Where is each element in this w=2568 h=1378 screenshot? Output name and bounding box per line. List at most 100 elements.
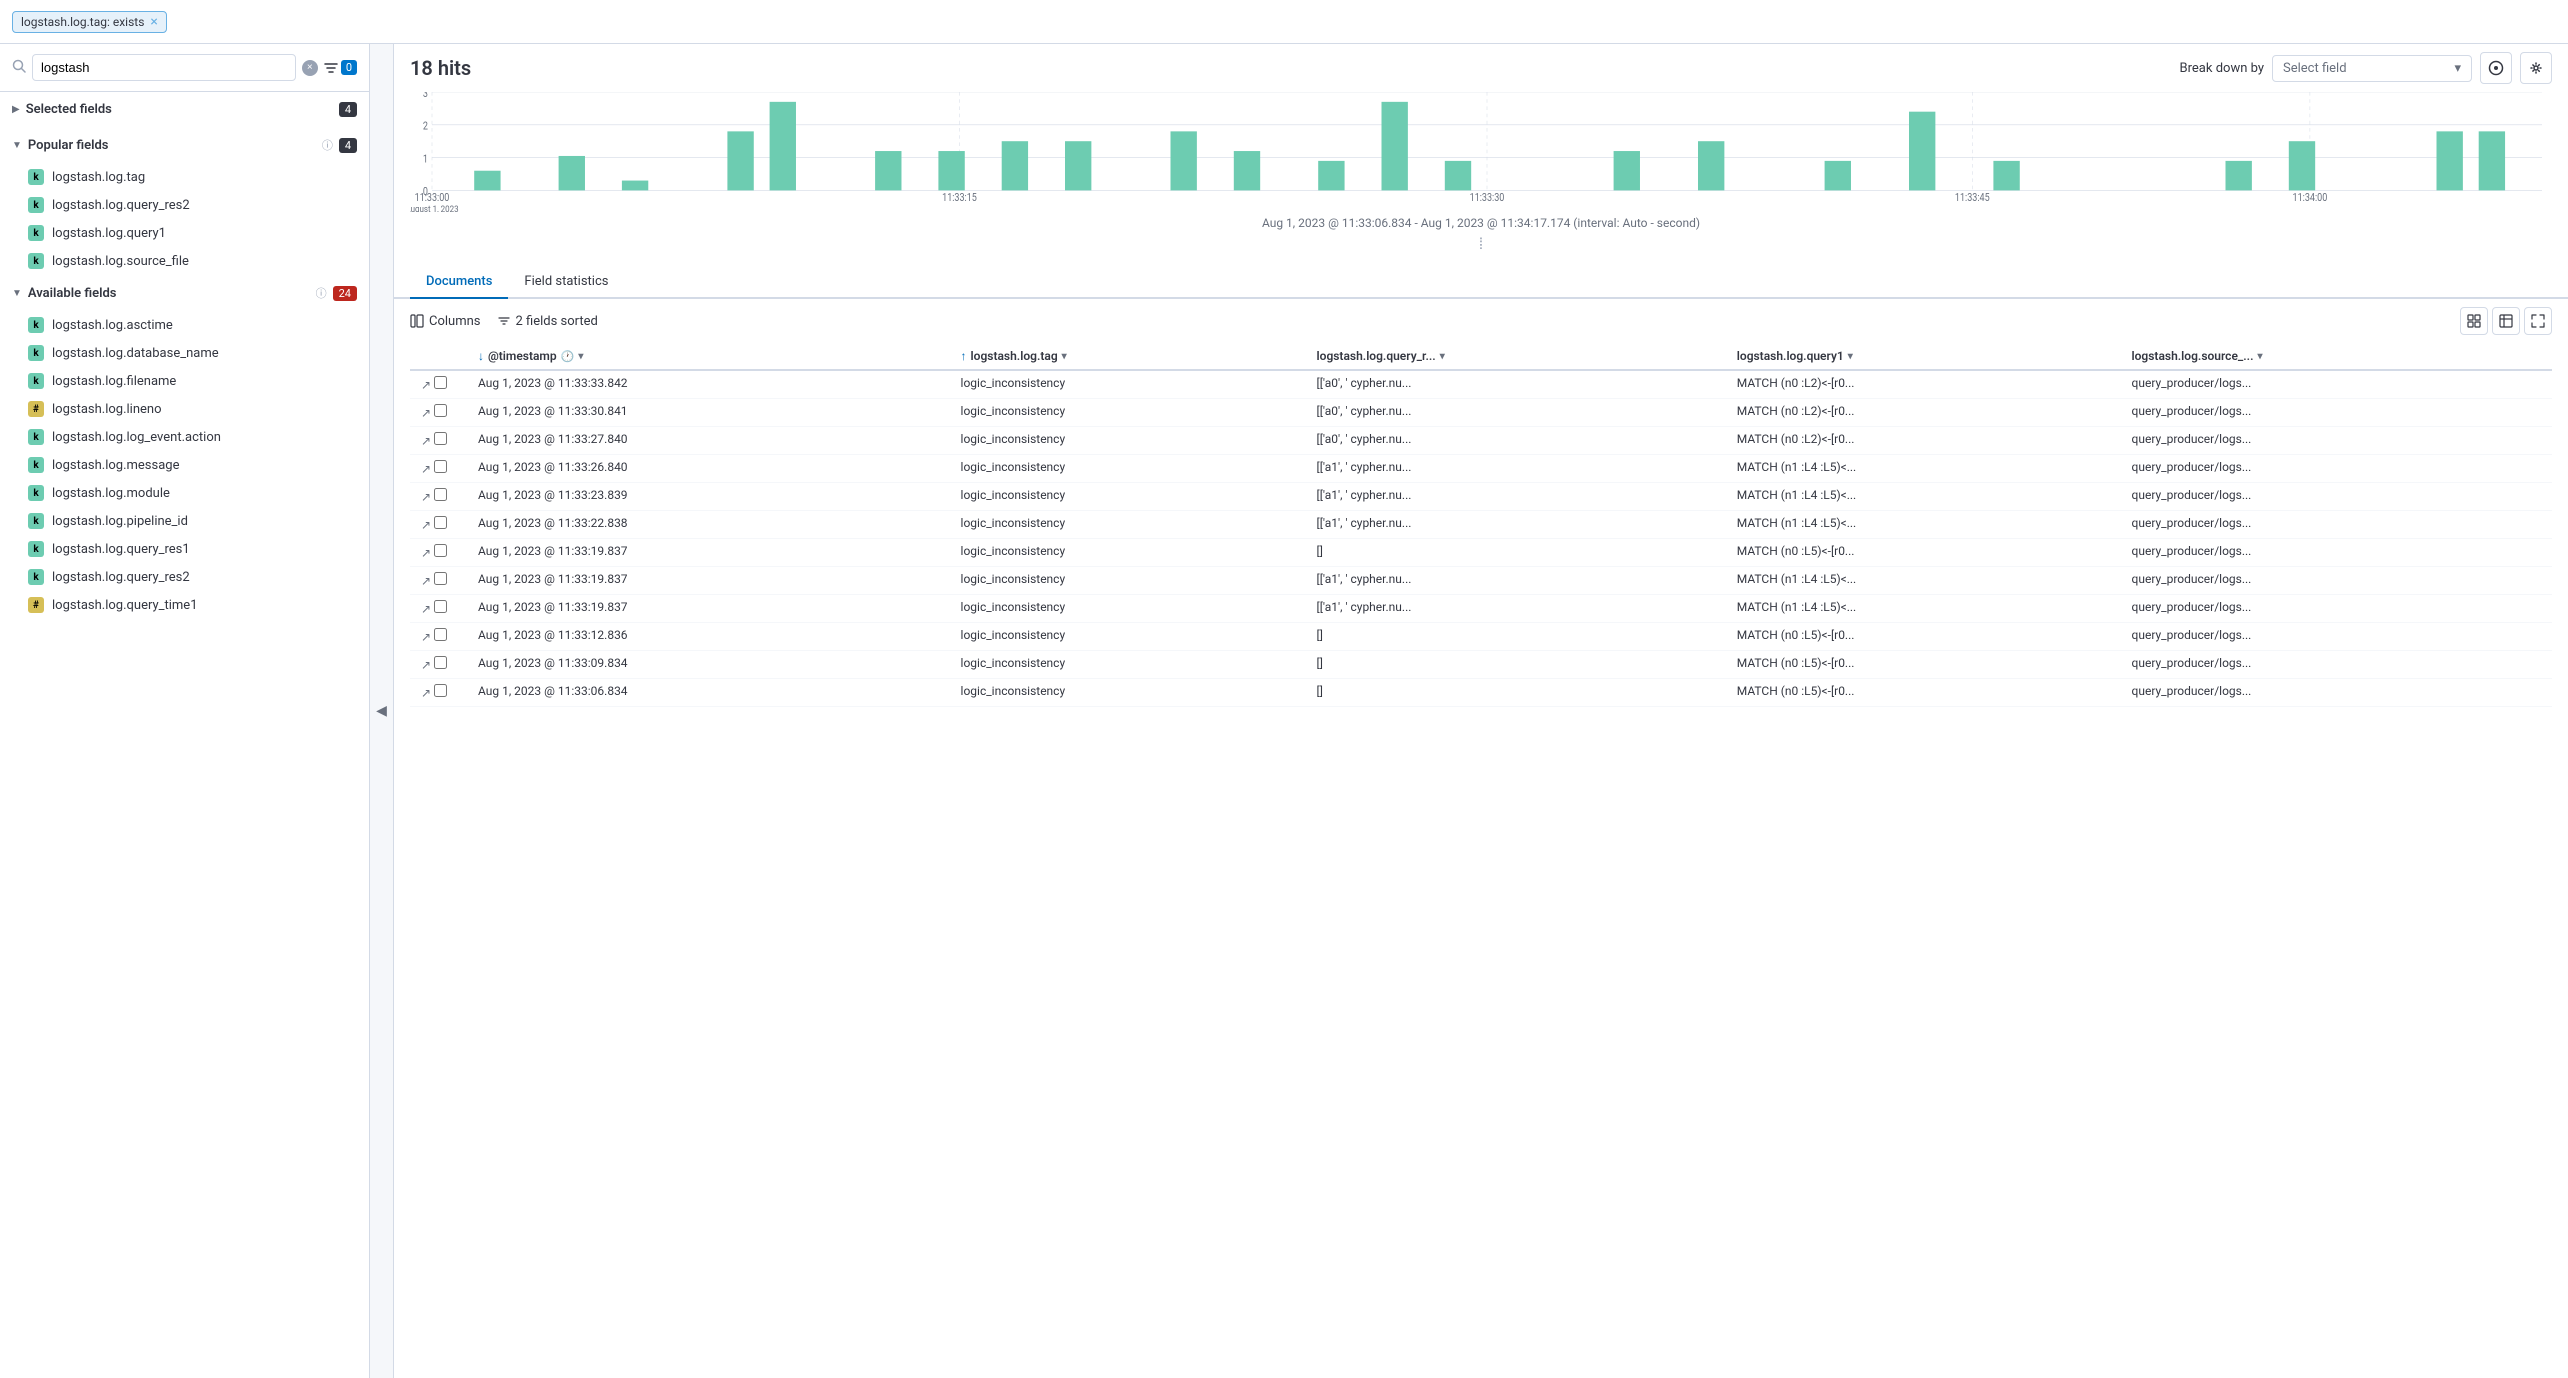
row-checkbox[interactable] [434, 656, 447, 669]
available-field-item[interactable]: klogstash.log.module [0, 479, 369, 507]
available-field-item[interactable]: klogstash.log.log_event.action [0, 423, 369, 451]
cell-timestamp: Aug 1, 2023 @ 11:33:33.842 [470, 370, 953, 399]
expand-row-button[interactable]: ↗ [418, 405, 434, 421]
row-checkbox[interactable] [434, 544, 447, 557]
expand-row-button[interactable]: ↗ [418, 517, 434, 533]
expand-row-button[interactable]: ↗ [418, 601, 434, 617]
table-view-button[interactable] [2492, 307, 2520, 335]
available-fields-title: Available fields [28, 286, 310, 301]
cell-timestamp: Aug 1, 2023 @ 11:33:09.834 [470, 651, 953, 679]
fullscreen-button[interactable] [2524, 307, 2552, 335]
tab-field-statistics[interactable]: Field statistics [508, 266, 624, 299]
filter-button[interactable]: 0 [324, 60, 357, 75]
expand-row-button[interactable]: ↗ [418, 377, 434, 393]
table-row: ↗Aug 1, 2023 @ 11:33:19.837logic_inconsi… [410, 567, 2552, 595]
expand-row-button[interactable]: ↗ [418, 573, 434, 589]
expand-row-button[interactable]: ↗ [418, 629, 434, 645]
cell-tag: logic_inconsistency [953, 483, 1309, 511]
row-checkbox[interactable] [434, 376, 447, 389]
expand-row-button[interactable]: ↗ [418, 461, 434, 477]
row-actions: ↗ [410, 595, 470, 623]
col-header-query_res2[interactable]: logstash.log.query_r...▾ [1309, 343, 1729, 370]
available-field-item[interactable]: #logstash.log.query_time1 [0, 591, 369, 619]
table-row: ↗ Aug 1, 2023 @ 11:33:23.839logic_inconsi… [410, 483, 2552, 511]
filter-tag-text: logstash.log.tag: exists [21, 15, 144, 29]
expand-row-button[interactable]: ↗ [418, 545, 434, 561]
expand-row-button[interactable]: ↗ [418, 657, 434, 673]
field-name-label: logstash.log.database_name [52, 346, 219, 361]
available-field-item[interactable]: klogstash.log.pipeline_id [0, 507, 369, 535]
available-fields-count: 24 [333, 286, 357, 301]
available-field-item[interactable]: klogstash.log.message [0, 451, 369, 479]
row-checkbox[interactable] [434, 432, 447, 445]
field-type-icon: k [28, 485, 44, 501]
table-wrap: ↓@timestamp🕐▾↑logstash.log.tag▾logstash.… [394, 343, 2568, 1378]
col-label: logstash.log.query1 [1737, 349, 1844, 363]
expand-row-button[interactable]: ↗ [418, 685, 434, 701]
cell-tag: logic_inconsistency [953, 567, 1309, 595]
tab-documents[interactable]: Documents [410, 266, 508, 299]
col-chevron: ▾ [1848, 351, 1853, 362]
grid-view-button[interactable] [2460, 307, 2488, 335]
filter-tag-close[interactable]: × [150, 15, 157, 29]
expand-row-button[interactable]: ↗ [418, 433, 434, 449]
popular-fields-header[interactable]: ▼ Popular fields ⓘ 4 [0, 127, 369, 163]
cell-query1: MATCH (n1 :L4 :L5)<... [1729, 567, 2124, 595]
row-checkbox[interactable] [434, 404, 447, 417]
sidebar-content: ▶ Selected fields 4 ▼ Popular fields ⓘ 4… [0, 92, 369, 1378]
cell-timestamp: Aug 1, 2023 @ 11:33:23.839 [470, 483, 953, 511]
cell-source_file: query_producer/logs... [2124, 679, 2552, 707]
drag-handle-icon: ⁞ [1479, 234, 1483, 254]
settings-icon-btn[interactable] [2520, 52, 2552, 84]
available-field-item[interactable]: klogstash.log.filename [0, 367, 369, 395]
cell-query_res2: [] [1309, 623, 1729, 651]
field-type-icon: k [28, 429, 44, 445]
col-header-tag[interactable]: ↑logstash.log.tag▾ [953, 343, 1309, 370]
row-actions: ↗ [410, 567, 470, 595]
sorted-button[interactable]: 2 fields sorted [497, 314, 598, 329]
row-checkbox[interactable] [434, 488, 447, 501]
chart-settings-icon-btn[interactable] [2480, 52, 2512, 84]
field-name-label: logstash.log.query_res1 [52, 542, 190, 557]
available-field-item[interactable]: #logstash.log.lineno [0, 395, 369, 423]
selected-fields-header[interactable]: ▶ Selected fields 4 [0, 92, 369, 127]
table-row: ↗Aug 1, 2023 @ 11:33:19.837logic_inconsi… [410, 539, 2552, 567]
cell-query1: MATCH (n0 :L5)<-[r0... [1729, 623, 2124, 651]
search-input[interactable] [32, 54, 296, 81]
expand-row-button[interactable]: ↗ [418, 489, 434, 505]
field-type-icon: k [28, 373, 44, 389]
col-header-source_file[interactable]: logstash.log.source_...▾ [2124, 343, 2552, 370]
available-fields-header[interactable]: ▼ Available fields ⓘ 24 [0, 275, 369, 311]
cell-timestamp: Aug 1, 2023 @ 11:33:30.841 [470, 399, 953, 427]
available-field-item[interactable]: klogstash.log.query_res2 [0, 563, 369, 591]
cell-tag: logic_inconsistency [953, 455, 1309, 483]
select-field-button[interactable]: Select field ▾ [2272, 55, 2472, 82]
col-header-query1[interactable]: logstash.log.query1 ▾ [1729, 343, 2124, 370]
popular-field-item[interactable]: klogstash.log.query1 [0, 219, 369, 247]
clear-search-button[interactable]: × [302, 60, 318, 76]
row-checkbox[interactable] [434, 628, 447, 641]
columns-button[interactable]: Columns [410, 314, 481, 329]
col-header-timestamp[interactable]: ↓@timestamp🕐▾ [470, 343, 953, 370]
table-row: ↗Aug 1, 2023 @ 11:33:33.842logic_inconsi… [410, 370, 2552, 399]
popular-field-item[interactable]: klogstash.log.query_res2 [0, 191, 369, 219]
available-field-item[interactable]: klogstash.log.asctime [0, 311, 369, 339]
sidebar-toggle[interactable]: ◀ [370, 44, 394, 1378]
cell-query_res2: [['a1', ' cypher.nu... [1309, 595, 1729, 623]
popular-field-item[interactable]: klogstash.log.source_file [0, 247, 369, 275]
cell-tag: logic_inconsistency [953, 595, 1309, 623]
row-checkbox[interactable] [434, 572, 447, 585]
available-field-item[interactable]: klogstash.log.query_res1 [0, 535, 369, 563]
row-checkbox[interactable] [434, 516, 447, 529]
field-name-label: logstash.log.query_res2 [52, 198, 190, 213]
svg-text:2: 2 [423, 121, 428, 133]
popular-field-item[interactable]: klogstash.log.tag [0, 163, 369, 191]
drag-handle[interactable]: ⁞ [410, 230, 2552, 258]
row-checkbox[interactable] [434, 600, 447, 613]
sidebar-search-bar: × 0 [0, 44, 369, 92]
filter-tag[interactable]: logstash.log.tag: exists × [12, 11, 167, 33]
row-checkbox[interactable] [434, 460, 447, 473]
available-field-item[interactable]: klogstash.log.database_name [0, 339, 369, 367]
cell-query1: MATCH (n1 :L4 :L5)<... [1729, 595, 2124, 623]
row-checkbox[interactable] [434, 684, 447, 697]
